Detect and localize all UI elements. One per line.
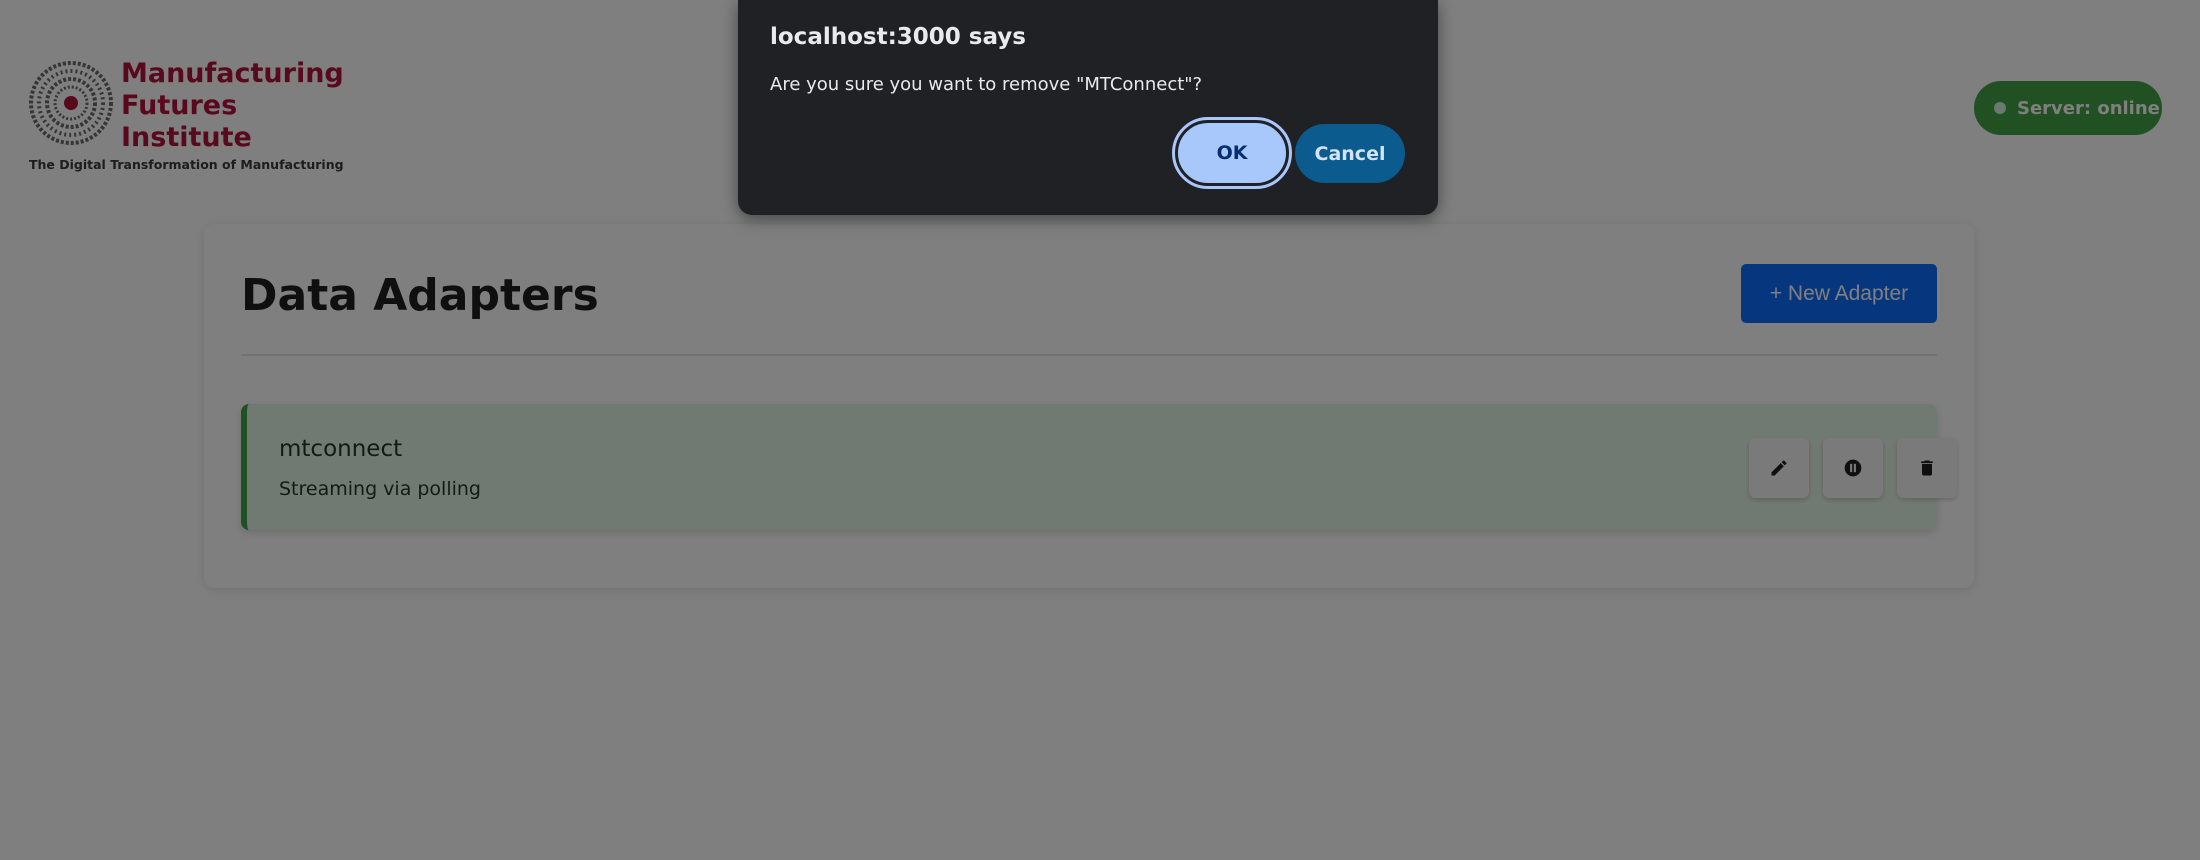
dialog-title: localhost:3000 says [770,24,1026,50]
cancel-button[interactable]: Cancel [1295,124,1405,183]
dialog-message: Are you sure you want to remove "MTConne… [770,74,1203,95]
confirm-dialog: localhost:3000 says Are you sure you wan… [738,0,1438,215]
ok-button[interactable]: OK [1172,117,1292,189]
